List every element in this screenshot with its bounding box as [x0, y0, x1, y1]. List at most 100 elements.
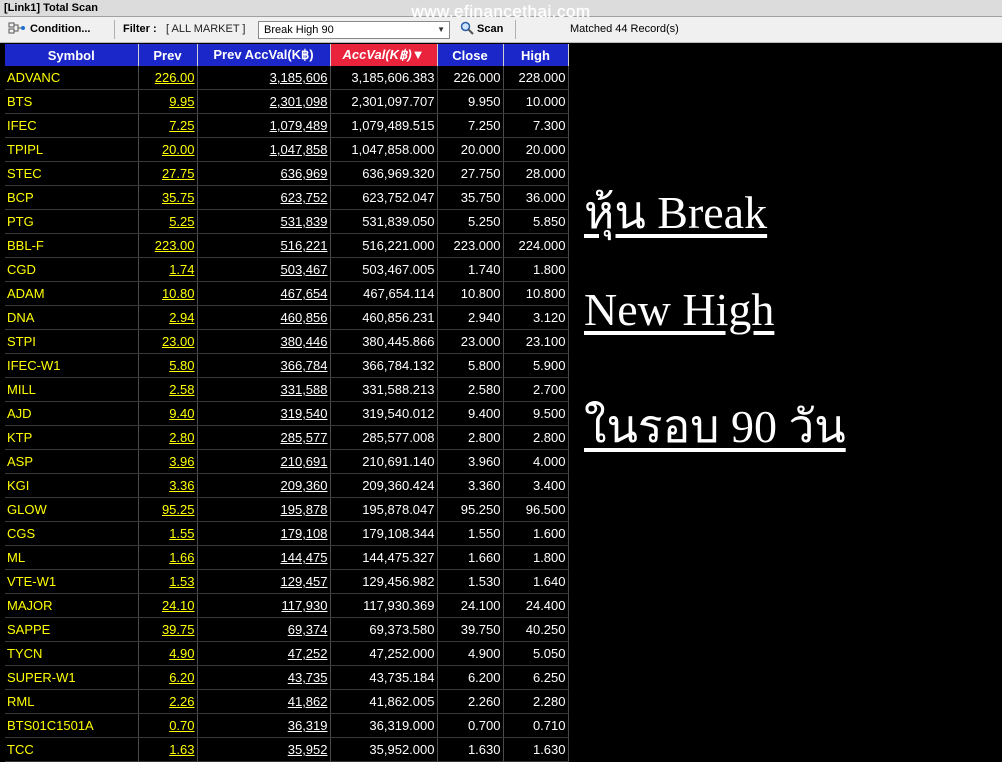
col-prev-cell[interactable]: 24.10 — [138, 593, 198, 618]
col-prev-cell[interactable]: 9.95 — [138, 89, 198, 114]
col-prev-cell[interactable]: 23.00 — [138, 329, 198, 354]
table-row[interactable]: DNA 2.94 460,856 460,856.231 2.940 3.120 — [5, 305, 569, 330]
table-row[interactable]: ML 1.66 144,475 144,475.327 1.660 1.800 — [5, 545, 569, 570]
table-row[interactable]: AJD 9.40 319,540 319,540.012 9.400 9.500 — [5, 401, 569, 426]
col-symbol-header[interactable]: Symbol — [5, 44, 139, 66]
col-prev-accval-cell[interactable]: 3,185,606 — [197, 66, 331, 90]
table-row[interactable]: GLOW 95.25 195,878 195,878.047 95.250 96.500 — [5, 497, 569, 522]
col-prev-accval-cell[interactable]: 195,878 — [197, 497, 331, 522]
col-prev-accval-cell[interactable]: 117,930 — [197, 593, 331, 618]
col-prev-accval-header[interactable]: Prev AccVal(K฿) — [197, 44, 331, 66]
col-prev-accval-cell[interactable]: 144,475 — [197, 545, 331, 570]
table-row[interactable]: STPI 23.00 380,446 380,445.866 23.000 23.100 — [5, 329, 569, 354]
col-prev-cell[interactable]: 5.25 — [138, 209, 198, 234]
table-row[interactable]: STEC 27.75 636,969 636,969.320 27.750 28.000 — [5, 161, 569, 186]
table-row[interactable]: CGD 1.74 503,467 503,467.005 1.740 1.800 — [5, 257, 569, 282]
col-prev-cell[interactable]: 2.94 — [138, 305, 198, 330]
col-close-cell: 9.400 — [437, 401, 504, 426]
table-row[interactable]: RML 2.26 41,862 41,862.005 2.260 2.280 — [5, 689, 569, 714]
table-row[interactable]: ADVANC 226.00 3,185,606 3,185,606.383 226.00… — [5, 66, 569, 90]
col-prev-cell[interactable]: 1.66 — [138, 545, 198, 570]
col-prev-accval-cell[interactable]: 209,360 — [197, 473, 331, 498]
table-row[interactable]: MAJOR 24.10 117,930 117,930.369 24.100 24.400 — [5, 593, 569, 618]
col-prev-cell[interactable]: 5.80 — [138, 353, 198, 378]
col-prev-cell[interactable]: 2.26 — [138, 689, 198, 714]
col-prev-accval-cell[interactable]: 366,784 — [197, 353, 331, 378]
col-prev-cell[interactable]: 10.80 — [138, 281, 198, 306]
col-symbol-cell: BTS — [5, 89, 139, 114]
col-accval-header[interactable]: AccVal(K฿)▼ — [330, 44, 438, 66]
col-prev-accval-cell[interactable]: 636,969 — [197, 161, 331, 186]
col-prev-cell[interactable]: 20.00 — [138, 137, 198, 162]
col-prev-accval-cell[interactable]: 319,540 — [197, 401, 331, 426]
col-prev-cell[interactable]: 95.25 — [138, 497, 198, 522]
col-prev-cell[interactable]: 3.36 — [138, 473, 198, 498]
col-prev-accval-cell[interactable]: 1,079,489 — [197, 113, 331, 138]
table-row[interactable]: BTS 9.95 2,301,098 2,301,097.707 9.950 10.000 — [5, 89, 569, 114]
condition-button[interactable]: Condition... — [8, 20, 108, 39]
col-prev-cell[interactable]: 226.00 — [138, 66, 198, 90]
col-prev-accval-cell[interactable]: 47,252 — [197, 641, 331, 666]
col-prev-accval-cell[interactable]: 331,588 — [197, 377, 331, 402]
col-prev-cell[interactable]: 1.74 — [138, 257, 198, 282]
col-prev-accval-cell[interactable]: 129,457 — [197, 569, 331, 594]
col-prev-accval-cell[interactable]: 43,735 — [197, 665, 331, 690]
col-prev-accval-cell[interactable]: 380,446 — [197, 329, 331, 354]
table-row[interactable]: ASP 3.96 210,691 210,691.140 3.960 4.000 — [5, 449, 569, 474]
table-row[interactable]: KTP 2.80 285,577 285,577.008 2.800 2.800 — [5, 425, 569, 450]
col-close-header[interactable]: Close — [437, 44, 504, 66]
col-prev-cell[interactable]: 223.00 — [138, 233, 198, 258]
col-close-cell: 2.580 — [437, 377, 504, 402]
table-row[interactable]: SAPPE 39.75 69,374 69,373.580 39.750 40.250 — [5, 617, 569, 642]
col-prev-cell[interactable]: 4.90 — [138, 641, 198, 666]
table-row[interactable]: IFEC-W1 5.80 366,784 366,784.132 5.800 5.900 — [5, 353, 569, 378]
col-symbol-cell: TCC — [5, 737, 139, 762]
table-row[interactable]: IFEC 7.25 1,079,489 1,079,489.515 7.250 7.300 — [5, 113, 569, 138]
scan-name-dropdown[interactable]: Break High 90 ▼ — [258, 21, 450, 39]
col-prev-accval-cell[interactable]: 516,221 — [197, 233, 331, 258]
col-prev-cell[interactable]: 1.53 — [138, 569, 198, 594]
table-row[interactable]: CGS 1.55 179,108 179,108.344 1.550 1.600 — [5, 521, 569, 546]
filter-market-button[interactable]: [ ALL MARKET ] — [166, 20, 245, 39]
col-prev-header[interactable]: Prev — [138, 44, 198, 66]
scan-button[interactable]: Scan — [460, 20, 503, 39]
col-prev-cell[interactable]: 3.96 — [138, 449, 198, 474]
table-row[interactable]: SUPER-W1 6.20 43,735 43,735.184 6.200 6.250 — [5, 665, 569, 690]
col-prev-accval-cell[interactable]: 2,301,098 — [197, 89, 331, 114]
col-prev-cell[interactable]: 35.75 — [138, 185, 198, 210]
table-row[interactable]: BBL-F 223.00 516,221 516,221.000 223.000 224.… — [5, 233, 569, 258]
col-prev-accval-cell[interactable]: 210,691 — [197, 449, 331, 474]
col-prev-cell[interactable]: 6.20 — [138, 665, 198, 690]
col-prev-accval-cell[interactable]: 531,839 — [197, 209, 331, 234]
table-row[interactable]: VTE-W1 1.53 129,457 129,456.982 1.530 1.640 — [5, 569, 569, 594]
col-prev-cell[interactable]: 39.75 — [138, 617, 198, 642]
col-prev-accval-cell[interactable]: 35,952 — [197, 737, 331, 762]
col-prev-cell[interactable]: 1.55 — [138, 521, 198, 546]
table-row[interactable]: MILL 2.58 331,588 331,588.213 2.580 2.700 — [5, 377, 569, 402]
col-prev-accval-cell[interactable]: 179,108 — [197, 521, 331, 546]
col-prev-cell[interactable]: 1.63 — [138, 737, 198, 762]
table-row[interactable]: KGI 3.36 209,360 209,360.424 3.360 3.400 — [5, 473, 569, 498]
col-prev-accval-cell[interactable]: 285,577 — [197, 425, 331, 450]
table-row[interactable]: ADAM 10.80 467,654 467,654.114 10.800 10.800 — [5, 281, 569, 306]
col-high-header[interactable]: High — [503, 44, 569, 66]
table-row[interactable]: BCP 35.75 623,752 623,752.047 35.750 36.000 — [5, 185, 569, 210]
column-header-label: Close — [452, 47, 488, 63]
col-prev-accval-cell[interactable]: 41,862 — [197, 689, 331, 714]
table-row[interactable]: PTG 5.25 531,839 531,839.050 5.250 5.850 — [5, 209, 569, 234]
col-prev-accval-cell[interactable]: 503,467 — [197, 257, 331, 282]
col-prev-accval-cell[interactable]: 460,856 — [197, 305, 331, 330]
col-prev-accval-cell[interactable]: 467,654 — [197, 281, 331, 306]
table-row[interactable]: TPIPL 20.00 1,047,858 1,047,858.000 20.000 20… — [5, 137, 569, 162]
col-prev-accval-cell[interactable]: 623,752 — [197, 185, 331, 210]
table-row[interactable]: TYCN 4.90 47,252 47,252.000 4.900 5.050 — [5, 641, 569, 666]
col-prev-cell[interactable]: 2.58 — [138, 377, 198, 402]
table-row[interactable]: TCC 1.63 35,952 35,952.000 1.630 1.630 — [5, 737, 569, 762]
col-prev-cell[interactable]: 2.80 — [138, 425, 198, 450]
col-prev-accval-cell[interactable]: 1,047,858 — [197, 137, 331, 162]
col-prev-cell[interactable]: 27.75 — [138, 161, 198, 186]
col-prev-accval-cell[interactable]: 69,374 — [197, 617, 331, 642]
col-prev-cell[interactable]: 9.40 — [138, 401, 198, 426]
col-close-cell: 9.950 — [437, 89, 504, 114]
col-prev-cell[interactable]: 7.25 — [138, 113, 198, 138]
